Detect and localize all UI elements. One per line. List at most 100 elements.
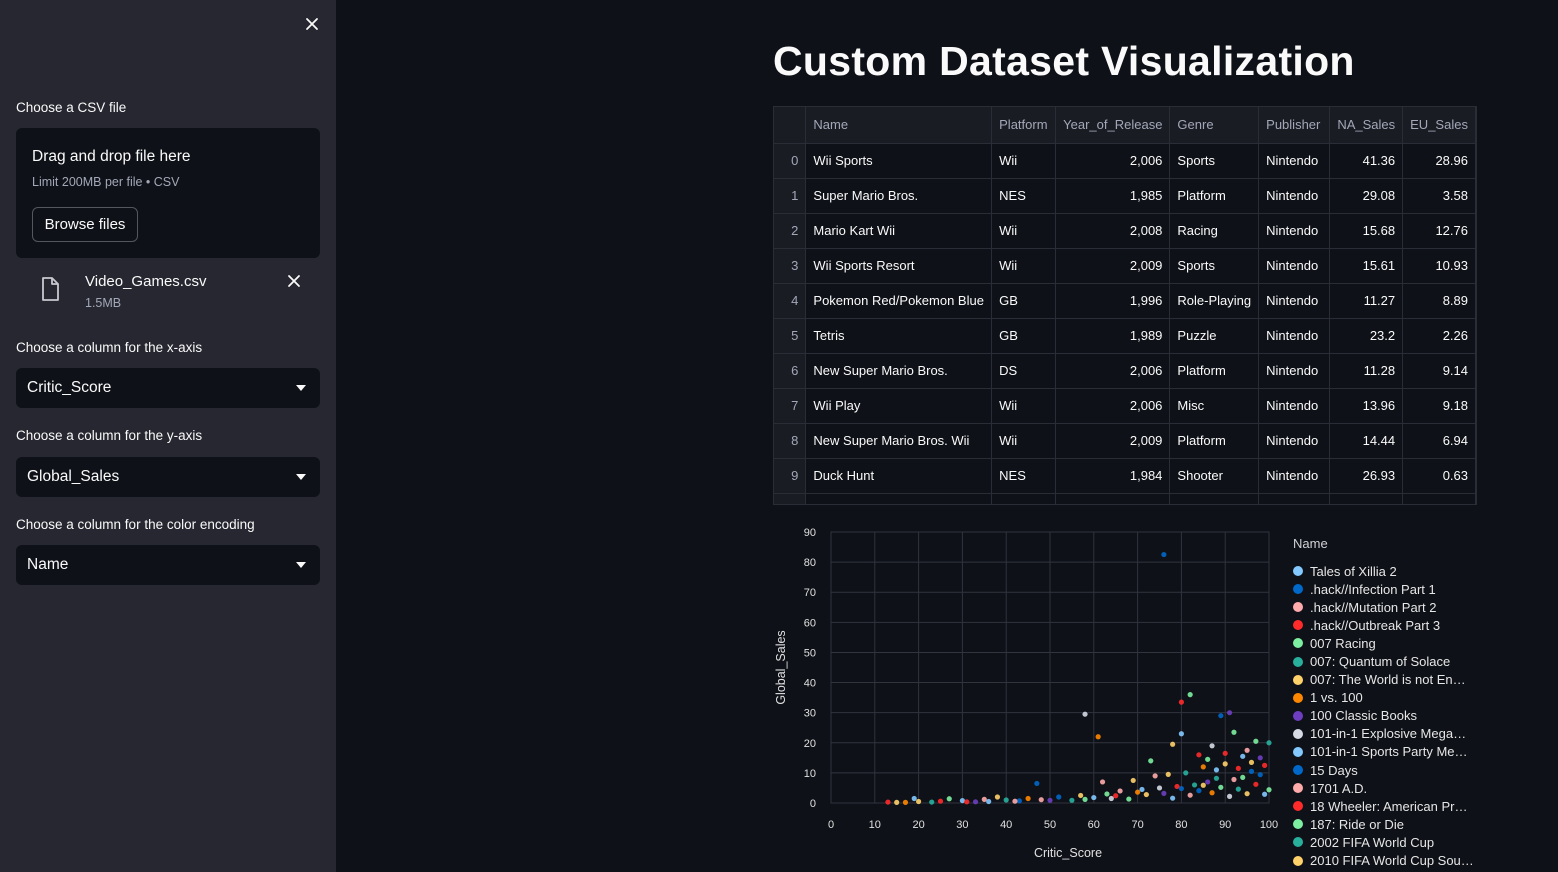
table-cell: Duck Hunt (805, 458, 993, 494)
legend-label: 100 Classic Books (1310, 708, 1417, 724)
table-cell: Wii (991, 213, 1057, 249)
uploader-label: Choose a CSV file (16, 100, 127, 115)
scatter-point (1218, 784, 1224, 790)
legend-item[interactable]: 2010 FIFA World Cup Sou… (1293, 852, 1493, 870)
y-tick-label: 0 (810, 798, 816, 810)
scatter-point (1139, 786, 1145, 793)
table-row[interactable]: 1 Super Mario Bros. NES 1,985 Platform Ninten… (774, 178, 1476, 214)
legend-label: 007 Racing (1310, 635, 1376, 651)
y-axis-select[interactable]: Global_Sales (16, 457, 320, 497)
table-cell: 9.14 (1402, 353, 1476, 389)
table-row[interactable]: 6 New Super Mario Bros. DS 2,006 Platform Nin… (774, 353, 1476, 389)
column-header[interactable]: Year_of_Release (1055, 107, 1171, 144)
column-header[interactable]: EU_Sales (1402, 107, 1476, 144)
index-header (774, 107, 807, 144)
table-row[interactable]: 0 Wii Sports Wii 2,006 Sports Nintendo 41.36 28… (774, 143, 1476, 179)
column-header[interactable]: Genre (1169, 107, 1260, 144)
y-tick-label: 50 (804, 647, 816, 659)
scatter-point (1143, 791, 1149, 798)
scatter-point (1200, 764, 1206, 770)
x-tick-label: 50 (1044, 819, 1056, 831)
scatter-point (1209, 790, 1215, 796)
table-cell: 1,985 (1055, 178, 1171, 214)
browse-files-button[interactable]: Browse files (32, 207, 138, 242)
table-cell: GB (991, 318, 1057, 354)
table-cell: 2,005 (1055, 493, 1171, 504)
table-row[interactable]: 7 Wii Play Wii 2,006 Misc Nintendo 13.96 9.18 (774, 388, 1476, 424)
x-tick-label: 70 (1131, 819, 1143, 831)
y-axis-value: Global_Sales (27, 468, 120, 485)
scatter-point (1209, 743, 1215, 749)
table-row[interactable]: 8 New Super Mario Bros. Wii Wii 2,009 Platfo… (774, 423, 1476, 459)
scatter-point (1082, 711, 1088, 717)
table-row[interactable]: 3 Wii Sports Resort Wii 2,009 Sports Nintendo… (774, 248, 1476, 284)
y-tick-label: 70 (804, 587, 816, 599)
table-row[interactable]: 5 Tetris GB 1,989 Puzzle Nintendo 23.2 2.26 (774, 318, 1476, 354)
x-tick-label: 100 (1260, 819, 1278, 831)
table-cell: Platform (1169, 178, 1260, 214)
table-cell: New Super Mario Bros. Wii (805, 423, 993, 459)
legend-item[interactable]: 101-in-1 Explosive Mega… (1293, 725, 1493, 743)
table-cell: 9.05 (1329, 493, 1404, 504)
legend-item[interactable]: 100 Classic Books (1293, 707, 1493, 725)
legend-item[interactable]: 007: The World is not En… (1293, 671, 1493, 689)
table-row[interactable]: 9 Duck Hunt NES 1,984 Shooter Nintendo 26.93 0.… (774, 458, 1476, 494)
legend-item[interactable]: 2002 FIFA World Cup (1293, 833, 1493, 851)
scatter-point (1178, 699, 1184, 705)
y-tick-label: 90 (804, 527, 816, 539)
legend-item[interactable]: .hack//Outbreak Part 3 (1293, 616, 1493, 634)
scatter-point (1038, 797, 1044, 803)
table-cell: Nintendogs (805, 493, 993, 504)
scatter-point (1262, 791, 1268, 797)
scatter-point (1191, 782, 1198, 788)
table-row[interactable]: 4 Pokemon Red/Pokemon Blue GB 1,996 Role-Pla… (774, 283, 1476, 319)
table-row[interactable]: 2 Mario Kart Wii Wii 2,008 Racing Nintendo 15.… (774, 213, 1476, 249)
legend-item[interactable]: 1 vs. 100 (1293, 689, 1493, 707)
column-header[interactable]: Name (805, 107, 993, 144)
legend-swatch (1293, 746, 1303, 757)
file-dropzone[interactable]: Drag and drop file here Limit 200MB per … (16, 128, 320, 258)
data-table[interactable]: Name Platform Year_of_Release Genre Publishe… (773, 106, 1477, 505)
legend-label: Tales of Xillia 2 (1310, 563, 1397, 579)
table-cell: Nintendo (1258, 458, 1331, 494)
legend-swatch (1293, 656, 1303, 667)
scatter-point (902, 799, 909, 805)
table-cell: Nintendo (1258, 178, 1331, 214)
legend-item[interactable]: 007: Quantum of Solace (1293, 652, 1493, 670)
y-axis-title: Global_Sales (774, 630, 788, 704)
table-cell: 1,989 (1055, 318, 1171, 354)
table-cell: 9.18 (1402, 388, 1476, 424)
chevron-down-icon (296, 385, 306, 391)
legend-label: 007: Quantum of Solace (1310, 654, 1451, 670)
scatter-point (1003, 797, 1009, 803)
scatter-point (1156, 785, 1163, 791)
legend-item[interactable]: .hack//Infection Part 1 (1293, 580, 1493, 598)
legend-item[interactable]: 15 Days (1293, 761, 1493, 779)
column-header[interactable]: Publisher (1258, 107, 1331, 144)
legend-item[interactable]: 1701 A.D. (1293, 779, 1493, 797)
legend-item[interactable]: .hack//Mutation Part 2 (1293, 598, 1493, 616)
scatter-point (894, 799, 900, 805)
table-cell: Sports (1169, 248, 1260, 284)
legend-item[interactable]: 007 Racing (1293, 634, 1493, 652)
column-header[interactable]: Platform (991, 107, 1057, 144)
row-index: 0 (774, 143, 807, 179)
x-tick-label: 40 (1000, 819, 1012, 831)
scatter-point (1183, 770, 1189, 776)
legend-swatch (1293, 837, 1303, 848)
close-sidebar-icon[interactable] (302, 14, 322, 34)
color-encoding-select[interactable]: Name (16, 545, 320, 585)
legend-item[interactable]: Tales of Xillia 2 (1293, 562, 1493, 580)
remove-file-icon[interactable] (286, 273, 302, 289)
table-row[interactable]: 10NintendogsDS2,005SimulationNintendo9.0… (774, 493, 1476, 504)
column-header[interactable]: NA_Sales (1329, 107, 1404, 144)
x-axis-select[interactable]: Critic_Score (16, 368, 320, 408)
table-cell: Shooter (1169, 458, 1260, 494)
scatter-point (1170, 741, 1176, 747)
legend-item[interactable]: 18 Wheeler: American Pr… (1293, 797, 1493, 815)
scatter-point (1165, 771, 1171, 777)
scatter-point (972, 799, 979, 805)
legend-item[interactable]: 187: Ride or Die (1293, 815, 1493, 833)
x-tick-label: 80 (1175, 819, 1187, 831)
legend-item[interactable]: 101-in-1 Sports Party Me… (1293, 743, 1493, 761)
